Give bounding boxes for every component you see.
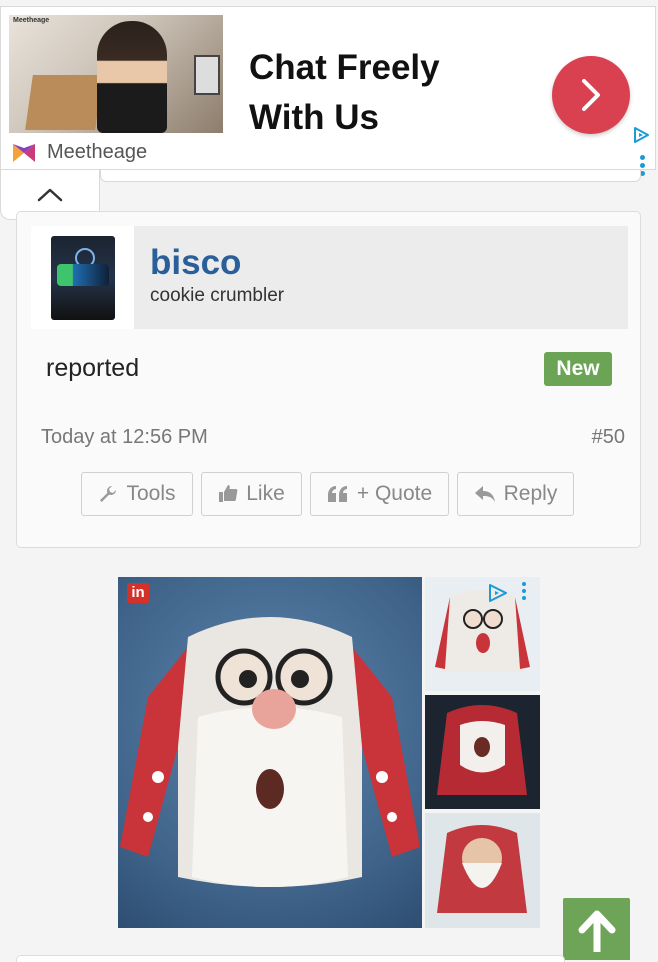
tools-button[interactable]: Tools: [81, 472, 193, 516]
arrow-up-icon: [578, 910, 615, 952]
wrench-icon: [100, 486, 117, 502]
post-number-link[interactable]: #50: [592, 426, 625, 449]
reply-label: Reply: [503, 482, 558, 505]
ad-cta-button[interactable]: [552, 56, 630, 134]
ad-product-thumb-2[interactable]: [425, 695, 540, 809]
meetheage-logo-icon: [13, 143, 35, 162]
santa-sweater-illustration: [120, 617, 420, 887]
ad-product-thumb-3[interactable]: [425, 813, 540, 928]
previous-post-edge: [100, 170, 641, 182]
quote-icon: [327, 486, 347, 502]
ad-menu-dots-icon-2[interactable]: [522, 582, 528, 603]
product-ad[interactable]: in: [118, 577, 540, 928]
avatar-image: [50, 235, 115, 320]
top-ad-banner[interactable]: Meetheage Chat Freely With Us Meetheage: [0, 6, 656, 176]
ad-photo-frame: [194, 55, 220, 95]
tools-label: Tools: [126, 482, 176, 505]
ad-advertiser[interactable]: Meetheage: [13, 141, 147, 164]
ad-advertiser-name: Meetheage: [47, 141, 148, 163]
new-badge: New: [544, 352, 612, 386]
chevron-up-icon: [37, 188, 63, 201]
ad-headline[interactable]: Chat Freely With Us: [249, 43, 479, 143]
adchoices-icon-2[interactable]: [487, 583, 509, 603]
reply-button[interactable]: Reply: [457, 472, 574, 516]
like-label: Like: [246, 482, 285, 505]
post-actions: Tools Like + Quote Reply: [81, 472, 582, 518]
reply-icon: [474, 486, 495, 502]
user-title: cookie crumbler: [150, 285, 285, 306]
username-link[interactable]: bisco: [150, 243, 241, 283]
scroll-to-top-button[interactable]: [563, 898, 630, 960]
ad-photo-box: [25, 75, 103, 130]
post-date[interactable]: Today at 12:56 PM: [41, 426, 208, 449]
like-button[interactable]: Like: [201, 472, 302, 516]
avatar[interactable]: [31, 226, 134, 329]
adchoices-icon[interactable]: [631, 125, 651, 145]
ad-network-badge: in: [127, 583, 149, 603]
ad-photo-brand: Meetheage: [13, 17, 50, 24]
ad-headline-line1: Chat Freely: [249, 48, 440, 87]
forum-post: bisco cookie crumbler reported New Today…: [16, 211, 641, 548]
post-message: reported: [46, 354, 140, 382]
ad-headline-line2: With Us: [249, 98, 379, 137]
ad-photo-person: [97, 21, 167, 133]
quote-button[interactable]: + Quote: [310, 472, 449, 516]
chevron-right-icon: [582, 79, 600, 111]
ad-photo[interactable]: Meetheage: [9, 15, 223, 133]
thumbs-up-icon: [219, 485, 238, 502]
quote-label: + Quote: [356, 482, 433, 505]
next-post-edge: [16, 955, 565, 962]
ad-product-image-main[interactable]: in: [118, 577, 422, 928]
post-user-bar: bisco cookie crumbler: [31, 226, 628, 329]
